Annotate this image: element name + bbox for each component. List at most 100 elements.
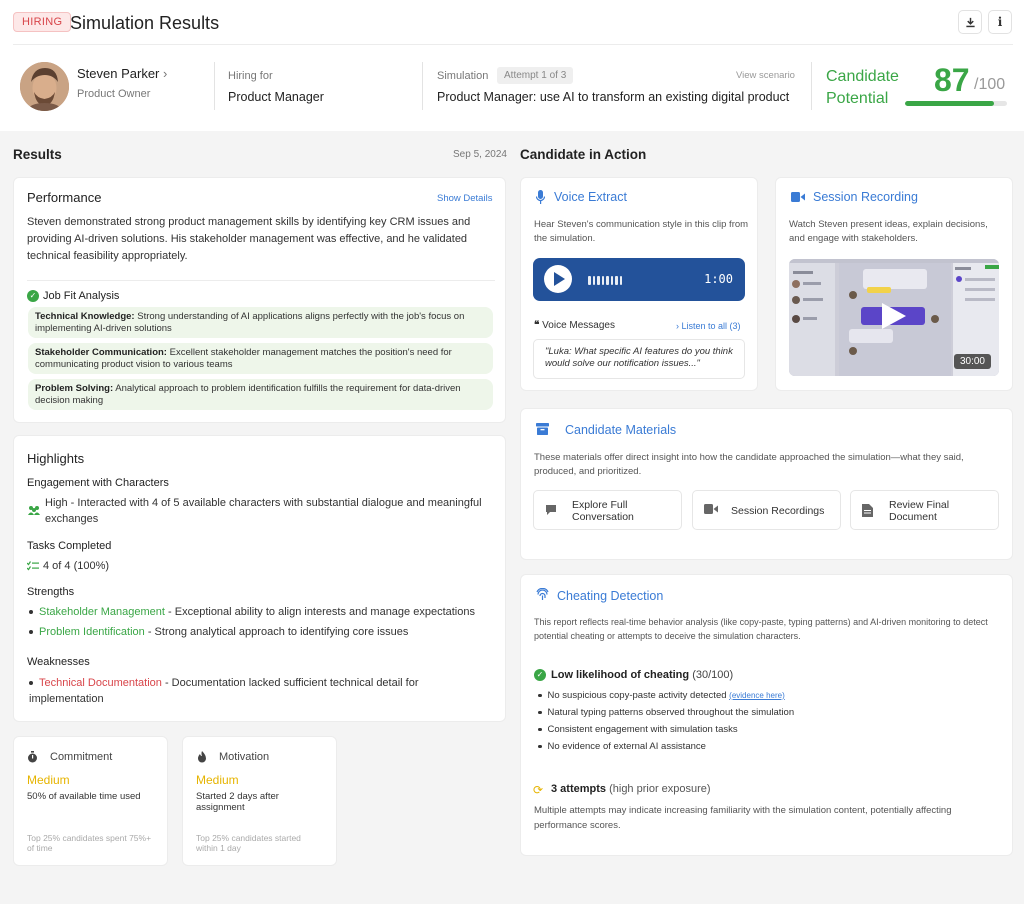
divider (422, 62, 423, 110)
score-progress-bar (905, 101, 1007, 106)
score-progress-fill (905, 101, 994, 106)
flame-icon (198, 751, 206, 763)
play-icon (554, 272, 565, 286)
candidate-name-link[interactable]: Steven Parker › (77, 66, 167, 81)
candidate-materials-desc: These materials offer direct insight int… (534, 452, 964, 477)
attempts-desc: Multiple attempts may indicate increasin… (534, 805, 952, 831)
candidate-role: Product Owner (77, 88, 151, 100)
strengths-title: Strengths (27, 586, 75, 598)
candidate-in-action-heading: Candidate in Action (520, 147, 647, 162)
explore-full-conversation-button[interactable]: Explore Full Conversation (533, 490, 682, 530)
results-heading: Results (13, 147, 62, 162)
performance-title: Performance (27, 190, 102, 205)
cheating-detection-title: Cheating Detection (557, 589, 664, 603)
performance-summary: Steven demonstrated strong product manag… (27, 216, 471, 262)
session-recording-title: Session Recording (813, 190, 918, 204)
video-camera-icon (704, 504, 718, 516)
motivation-title: Motivation (219, 751, 270, 763)
listen-to-all-link[interactable]: › Listen to all (3) (676, 320, 741, 333)
waveform (588, 276, 622, 285)
fingerprint-icon (536, 588, 549, 600)
audio-player: 1:00 (533, 258, 745, 301)
voice-extract-title: Voice Extract (554, 190, 627, 204)
session-recording-desc: Watch Steven present ideas, explain deci… (789, 219, 988, 244)
simulation-value: Product Manager: use AI to transform an … (437, 90, 790, 104)
simulation-label: Simulation (437, 70, 489, 82)
play-button[interactable] (544, 265, 572, 293)
voice-messages-label: ❝ Voice Messages (534, 320, 615, 331)
motivation-footnote: Top 25% candidates started within 1 day (196, 833, 301, 853)
highlights-card: Highlights Engagement with Characters Hi… (13, 435, 506, 722)
engagement-title: Engagement with Characters (27, 477, 169, 489)
chat-bubble-icon (545, 504, 557, 518)
video-duration: 30:00 (953, 354, 991, 369)
tasks-value: 4 of 4 (100%) (43, 560, 110, 572)
top-header: HIRING Simulation Results i Steven Parke… (0, 0, 1024, 131)
cheating-likelihood: Low likelihood of cheating (30/100) (551, 669, 734, 681)
check-circle-icon: ✓ (27, 290, 39, 302)
candidate-materials-card: Candidate Materials These materials offe… (520, 408, 1013, 560)
archive-icon (536, 423, 549, 435)
page-title: Simulation Results (70, 13, 220, 33)
chevron-right-icon: › (676, 321, 679, 331)
video-thumbnail[interactable]: 30:00 (789, 259, 999, 376)
motivation-level: Medium (196, 773, 239, 787)
attempts-count: 3 attempts (high prior exposure) (551, 783, 711, 795)
cheating-check-item: No evidence of external AI assistance (538, 741, 706, 752)
stopwatch-icon (28, 751, 37, 763)
quote-icon: ❝ (534, 320, 540, 331)
candidate-potential-score: 87 (934, 62, 970, 98)
download-icon (965, 17, 975, 27)
candidate-potential-label: Candidate Potential (826, 68, 899, 107)
refresh-icon: ⟳ (533, 783, 544, 797)
job-fit-item: Problem Solving: Analytical approach to … (28, 379, 493, 410)
motivation-desc: Started 2 days after assignment (196, 791, 279, 813)
score-denominator: /100 (974, 76, 1006, 93)
session-recordings-button[interactable]: Session Recordings (692, 490, 841, 530)
strength-item: Problem Identification - Strong analytic… (29, 626, 408, 638)
cheating-check-item: No suspicious copy-paste activity detect… (538, 690, 785, 701)
microphone-icon (536, 190, 545, 204)
job-fit-item: Technical Knowledge: Strong understandin… (28, 307, 493, 338)
job-fit-title: Job Fit Analysis (43, 290, 120, 302)
cheating-check-item: Natural typing patterns observed through… (538, 707, 794, 718)
results-date: Sep 5, 2024 (453, 149, 507, 160)
weaknesses-title: Weaknesses (27, 656, 90, 668)
users-icon (28, 506, 40, 515)
show-details-link[interactable]: Show Details (437, 192, 492, 205)
evidence-link[interactable]: (evidence here) (729, 691, 785, 700)
info-button[interactable]: i (988, 10, 1012, 34)
divider (27, 280, 495, 281)
candidate-materials-title: Candidate Materials (565, 423, 677, 437)
view-scenario-link[interactable]: View scenario (736, 70, 795, 81)
commitment-footnote: Top 25% candidates spent 75%+ of time (27, 833, 152, 853)
video-camera-icon (791, 192, 805, 202)
commitment-level: Medium (27, 773, 70, 787)
divider (13, 44, 1013, 45)
commitment-title: Commitment (50, 751, 113, 763)
hiring-for-value: Product Manager (228, 90, 324, 104)
audio-duration: 1:00 (704, 272, 733, 286)
commitment-card: Commitment Medium 50% of available time … (13, 736, 168, 866)
cheating-detection-desc: This report reflects real-time behavior … (534, 617, 988, 641)
play-icon (882, 303, 906, 329)
engagement-text: High - Interacted with 4 of 5 available … (45, 497, 482, 525)
divider (214, 62, 215, 110)
check-circle-icon: ✓ (534, 669, 546, 681)
hiring-for-label: Hiring for (228, 70, 273, 82)
highlights-title: Highlights (27, 451, 85, 466)
candidate-avatar (20, 62, 69, 111)
weakness-item: Technical Documentation - Documentation … (29, 677, 419, 705)
attempt-badge: Attempt 1 of 3 (497, 67, 574, 84)
hiring-badge: HIRING (13, 12, 72, 32)
download-button[interactable] (958, 10, 982, 34)
motivation-card: Motivation Medium Started 2 days after a… (182, 736, 337, 866)
job-fit-item: Stakeholder Communication: Excellent sta… (28, 343, 493, 374)
voice-extract-desc: Hear Steven's communication style in thi… (534, 219, 749, 244)
commitment-desc: 50% of available time used (27, 791, 141, 802)
strength-item: Stakeholder Management - Exceptional abi… (29, 606, 475, 618)
chevron-right-icon: › (163, 66, 168, 81)
task-list-icon (27, 561, 39, 571)
info-icon: i (997, 15, 1003, 29)
review-final-document-button[interactable]: Review Final Document (850, 490, 999, 530)
